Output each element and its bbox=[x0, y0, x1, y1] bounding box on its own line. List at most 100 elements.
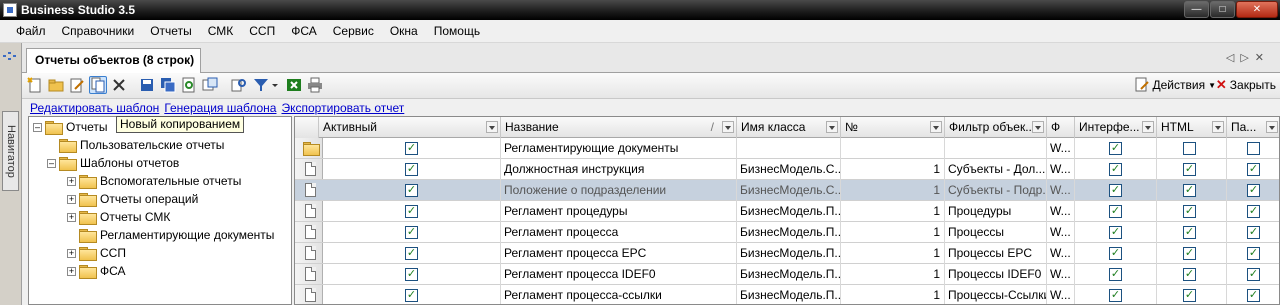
checkbox-pa[interactable]: ✓ bbox=[1247, 163, 1260, 176]
menu-directories[interactable]: Справочники bbox=[62, 24, 135, 38]
tree-node-regulating-docs[interactable]: Регламентирующие документы bbox=[79, 226, 274, 244]
menu-service[interactable]: Сервис bbox=[333, 24, 374, 38]
checkbox-active[interactable]: ✓ bbox=[405, 184, 418, 197]
edit-template-link[interactable]: Редактировать шаблон bbox=[30, 101, 159, 115]
checkbox-active[interactable]: ✓ bbox=[405, 289, 418, 302]
search-button[interactable] bbox=[230, 76, 248, 94]
checkbox-active[interactable]: ✓ bbox=[405, 247, 418, 260]
tree-node-templates[interactable]: – Шаблоны отчетов bbox=[47, 154, 179, 172]
table-row[interactable]: ✓ Регламентирующие документы W... ✓ bbox=[295, 138, 1279, 159]
filter-dropdown-icon[interactable] bbox=[1142, 121, 1154, 133]
properties-button[interactable] bbox=[201, 76, 219, 94]
header-active[interactable]: Активный bbox=[319, 117, 501, 138]
checkbox-pa[interactable]: ✓ bbox=[1247, 289, 1260, 302]
tab-prev-icon[interactable]: ◁ bbox=[1226, 52, 1240, 64]
table-row[interactable]: ✓ Положение о подразделении БизнесМодель.С… bbox=[295, 180, 1279, 201]
close-window-button[interactable]: ✕ bbox=[1236, 1, 1278, 18]
filter-dropdown-icon[interactable] bbox=[930, 121, 942, 133]
tab-close-icon[interactable]: ✕ bbox=[1255, 52, 1270, 64]
checkbox-html[interactable]: ✓ bbox=[1183, 184, 1196, 197]
checkbox-iface[interactable]: ✓ bbox=[1109, 163, 1122, 176]
header-html[interactable]: HTML bbox=[1157, 117, 1227, 138]
filter-button[interactable] bbox=[252, 76, 280, 94]
menu-reports[interactable]: Отчеты bbox=[150, 24, 191, 38]
maximize-button[interactable]: □ bbox=[1210, 1, 1235, 18]
checkbox-active[interactable]: ✓ bbox=[405, 163, 418, 176]
expand-icon[interactable]: + bbox=[67, 248, 76, 258]
checkbox-pa[interactable]: ✓ bbox=[1247, 247, 1260, 260]
collapse-icon[interactable]: – bbox=[47, 158, 56, 168]
export-excel-button[interactable] bbox=[285, 76, 303, 94]
tab-next-icon[interactable]: ▷ bbox=[1240, 52, 1254, 64]
tab-object-reports[interactable]: Отчеты объектов (8 строк) bbox=[26, 48, 202, 73]
checkbox-html[interactable]: ✓ bbox=[1183, 247, 1196, 260]
checkbox-pa[interactable]: ✓ bbox=[1247, 205, 1260, 218]
checkbox-active[interactable]: ✓ bbox=[405, 226, 418, 239]
expand-icon[interactable]: + bbox=[67, 266, 76, 276]
checkbox-html[interactable] bbox=[1183, 142, 1196, 155]
checkbox-html[interactable]: ✓ bbox=[1183, 289, 1196, 302]
checkbox-active[interactable]: ✓ bbox=[405, 142, 418, 155]
menu-help[interactable]: Помощь bbox=[434, 24, 480, 38]
header-f[interactable]: Ф bbox=[1047, 117, 1075, 138]
checkbox-iface[interactable]: ✓ bbox=[1109, 247, 1122, 260]
new-folder-button[interactable] bbox=[47, 76, 65, 94]
tree-node-ssp[interactable]: + ССП bbox=[67, 244, 126, 262]
checkbox-pa[interactable]: ✓ bbox=[1247, 226, 1260, 239]
save-button[interactable] bbox=[138, 76, 156, 94]
tree-node-operations-reports[interactable]: + Отчеты операций bbox=[67, 190, 198, 208]
filter-dropdown-icon[interactable] bbox=[1032, 121, 1044, 133]
checkbox-html[interactable]: ✓ bbox=[1183, 205, 1196, 218]
minimize-button[interactable]: — bbox=[1184, 1, 1209, 18]
generate-template-link[interactable]: Генерация шаблона bbox=[164, 101, 276, 115]
header-number[interactable]: № bbox=[841, 117, 945, 138]
header-class-name[interactable]: Имя класса bbox=[737, 117, 841, 138]
actions-menu[interactable]: Действия ▼ bbox=[1134, 77, 1216, 93]
checkbox-iface[interactable]: ✓ bbox=[1109, 268, 1122, 281]
menu-file[interactable]: Файл bbox=[16, 24, 46, 38]
new-button[interactable] bbox=[26, 76, 44, 94]
checkbox-active[interactable]: ✓ bbox=[405, 205, 418, 218]
filter-dropdown-icon[interactable] bbox=[1266, 121, 1278, 133]
tree-node-reports[interactable]: – Отчеты bbox=[33, 118, 107, 136]
checkbox-iface[interactable]: ✓ bbox=[1109, 142, 1122, 155]
expand-icon[interactable]: + bbox=[67, 212, 76, 222]
expand-icon[interactable]: + bbox=[67, 176, 76, 186]
table-row[interactable]: ✓ Должностная инструкция БизнесМодель.С...… bbox=[295, 159, 1279, 180]
checkbox-html[interactable]: ✓ bbox=[1183, 226, 1196, 239]
tree-node-user-reports[interactable]: Пользовательские отчеты bbox=[59, 136, 224, 154]
delete-button[interactable] bbox=[110, 76, 128, 94]
header-name[interactable]: Название / bbox=[501, 117, 737, 138]
close-tab-button[interactable]: ✕ Закрыть bbox=[1216, 77, 1276, 93]
table-row[interactable]: ✓ Регламент процесса IDEF0 БизнесМодель.П.… bbox=[295, 264, 1279, 285]
checkbox-pa[interactable]: ✓ bbox=[1247, 184, 1260, 197]
checkbox-iface[interactable]: ✓ bbox=[1109, 205, 1122, 218]
filter-dropdown-icon[interactable] bbox=[1212, 121, 1224, 133]
header-pa[interactable]: Па... bbox=[1227, 117, 1279, 138]
print-button[interactable] bbox=[306, 76, 324, 94]
navigator-icon[interactable] bbox=[3, 51, 17, 61]
filter-dropdown-icon[interactable] bbox=[722, 121, 734, 133]
save-all-button[interactable] bbox=[159, 76, 177, 94]
export-report-link[interactable]: Экспортировать отчет bbox=[281, 101, 404, 115]
filter-dropdown-icon[interactable] bbox=[826, 121, 838, 133]
expand-icon[interactable]: + bbox=[67, 194, 76, 204]
table-row[interactable]: ✓ Регламент процесса БизнесМодель.П... 1 Про… bbox=[295, 222, 1279, 243]
tree-node-aux-reports[interactable]: + Вспомогательные отчеты bbox=[67, 172, 241, 190]
navigator-tab[interactable]: Навигатор bbox=[2, 111, 19, 191]
filter-dropdown-icon[interactable] bbox=[486, 121, 498, 133]
menu-windows[interactable]: Окна bbox=[390, 24, 418, 38]
checkbox-iface[interactable]: ✓ bbox=[1109, 226, 1122, 239]
refresh-button[interactable] bbox=[180, 76, 198, 94]
checkbox-iface[interactable]: ✓ bbox=[1109, 289, 1122, 302]
checkbox-pa[interactable]: ✓ bbox=[1247, 268, 1260, 281]
menu-fsa[interactable]: ФСА bbox=[291, 24, 317, 38]
tree-node-fsa[interactable]: + ФСА bbox=[67, 262, 126, 280]
header-object-filter[interactable]: Фильтр объек... bbox=[945, 117, 1047, 138]
menu-smk[interactable]: СМК bbox=[208, 24, 234, 38]
new-by-copy-button[interactable] bbox=[89, 76, 107, 94]
checkbox-pa[interactable] bbox=[1247, 142, 1260, 155]
menu-ssp[interactable]: ССП bbox=[249, 24, 275, 38]
checkbox-html[interactable]: ✓ bbox=[1183, 268, 1196, 281]
table-row[interactable]: ✓ Регламент процедуры БизнесМодель.П... 1 Пр… bbox=[295, 201, 1279, 222]
